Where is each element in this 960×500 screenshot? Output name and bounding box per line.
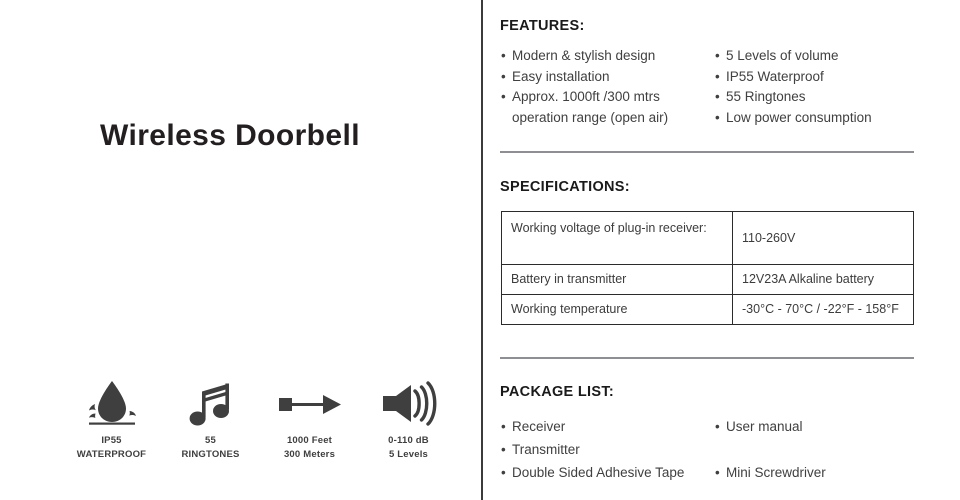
feature-badge-row: IP55 WATERPROOF 55 RINGTONES 1000 Feet 3…: [62, 376, 458, 462]
list-item: Low power consumption: [715, 108, 945, 129]
badge-line-2: WATERPROOF: [76, 448, 147, 460]
music-note-icon: [185, 376, 237, 428]
table-row: Battery in transmitter 12V23A Alkaline b…: [501, 264, 914, 295]
badge-line-1: IP55: [101, 435, 122, 446]
list-item-continuation: operation range (open air): [512, 109, 669, 125]
section-divider-1: [500, 151, 914, 153]
badge-caption: 55 RINGTONES: [181, 434, 239, 462]
list-item: 55 Ringtones: [715, 87, 945, 108]
features-heading: FEATURES:: [500, 18, 585, 34]
list-item: Mini Screwdriver: [715, 461, 945, 484]
badge-line-1: 1000 Feet: [286, 435, 333, 446]
product-spec-sheet: Wireless Doorbell IP55 WATERPROOF 55 RIN…: [0, 0, 960, 500]
spec-value: 110-260V: [732, 211, 914, 265]
water-drop-icon: [82, 376, 142, 428]
badge-caption: 0-110 dB 5 Levels: [388, 434, 429, 462]
badge-volume: 0-110 dB 5 Levels: [359, 376, 458, 462]
specifications-table: Working voltage of plug-in receiver: 110…: [501, 211, 914, 325]
list-item: Transmitter: [501, 438, 716, 461]
table-row: Working temperature -30°C - 70°C / -22°F…: [501, 294, 914, 325]
spec-label: Working temperature: [501, 294, 733, 325]
package-list-heading: PACKAGE LIST:: [500, 384, 614, 400]
badge-waterproof: IP55 WATERPROOF: [62, 376, 161, 462]
badge-caption: IP55 WATERPROOF: [77, 434, 146, 462]
list-item: Receiver: [501, 415, 716, 438]
features-column-left: Modern & stylish design Easy installatio…: [501, 46, 716, 128]
package-column-left: Receiver Transmitter Double Sided Adhesi…: [501, 415, 716, 484]
spec-label: Working voltage of plug-in receiver:: [501, 211, 733, 265]
page-title: Wireless Doorbell: [100, 119, 360, 152]
arrow-range-icon: [275, 376, 345, 428]
badge-line-1: 55: [205, 435, 216, 446]
list-item: Double Sided Adhesive Tape: [501, 461, 716, 484]
badge-caption: 1000 Feet 300 Meters: [284, 434, 335, 462]
badge-ringtones: 55 RINGTONES: [161, 376, 260, 462]
table-row: Working voltage of plug-in receiver: 110…: [501, 211, 914, 265]
badge-line-2: 300 Meters: [283, 448, 336, 460]
list-item: Approx. 1000ft /300 mtrs: [501, 87, 716, 108]
package-column-right: User manual Mini Screwdriver: [715, 415, 945, 484]
list-item: User manual: [715, 415, 945, 438]
list-item: Modern & stylish design: [501, 46, 716, 67]
speaker-volume-icon: [380, 376, 438, 428]
right-panel: FEATURES: Modern & stylish design Easy i…: [483, 0, 960, 500]
spec-value: -30°C - 70°C / -22°F - 158°F: [732, 294, 914, 325]
list-item: IP55 Waterproof: [715, 67, 945, 88]
spec-label: Battery in transmitter: [501, 264, 733, 295]
left-panel: Wireless Doorbell IP55 WATERPROOF 55 RIN…: [0, 0, 481, 500]
list-item: Easy installation: [501, 67, 716, 88]
badge-line-2: RINGTONES: [181, 448, 240, 460]
badge-line-1: 0-110 dB: [388, 435, 429, 446]
badge-range: 1000 Feet 300 Meters: [260, 376, 359, 462]
specifications-heading: SPECIFICATIONS:: [500, 179, 630, 195]
section-divider-2: [500, 357, 914, 359]
badge-line-2: 5 Levels: [388, 448, 429, 460]
features-column-right: 5 Levels of volume IP55 Waterproof 55 Ri…: [715, 46, 945, 128]
spec-value: 12V23A Alkaline battery: [732, 264, 914, 295]
list-item: 5 Levels of volume: [715, 46, 945, 67]
